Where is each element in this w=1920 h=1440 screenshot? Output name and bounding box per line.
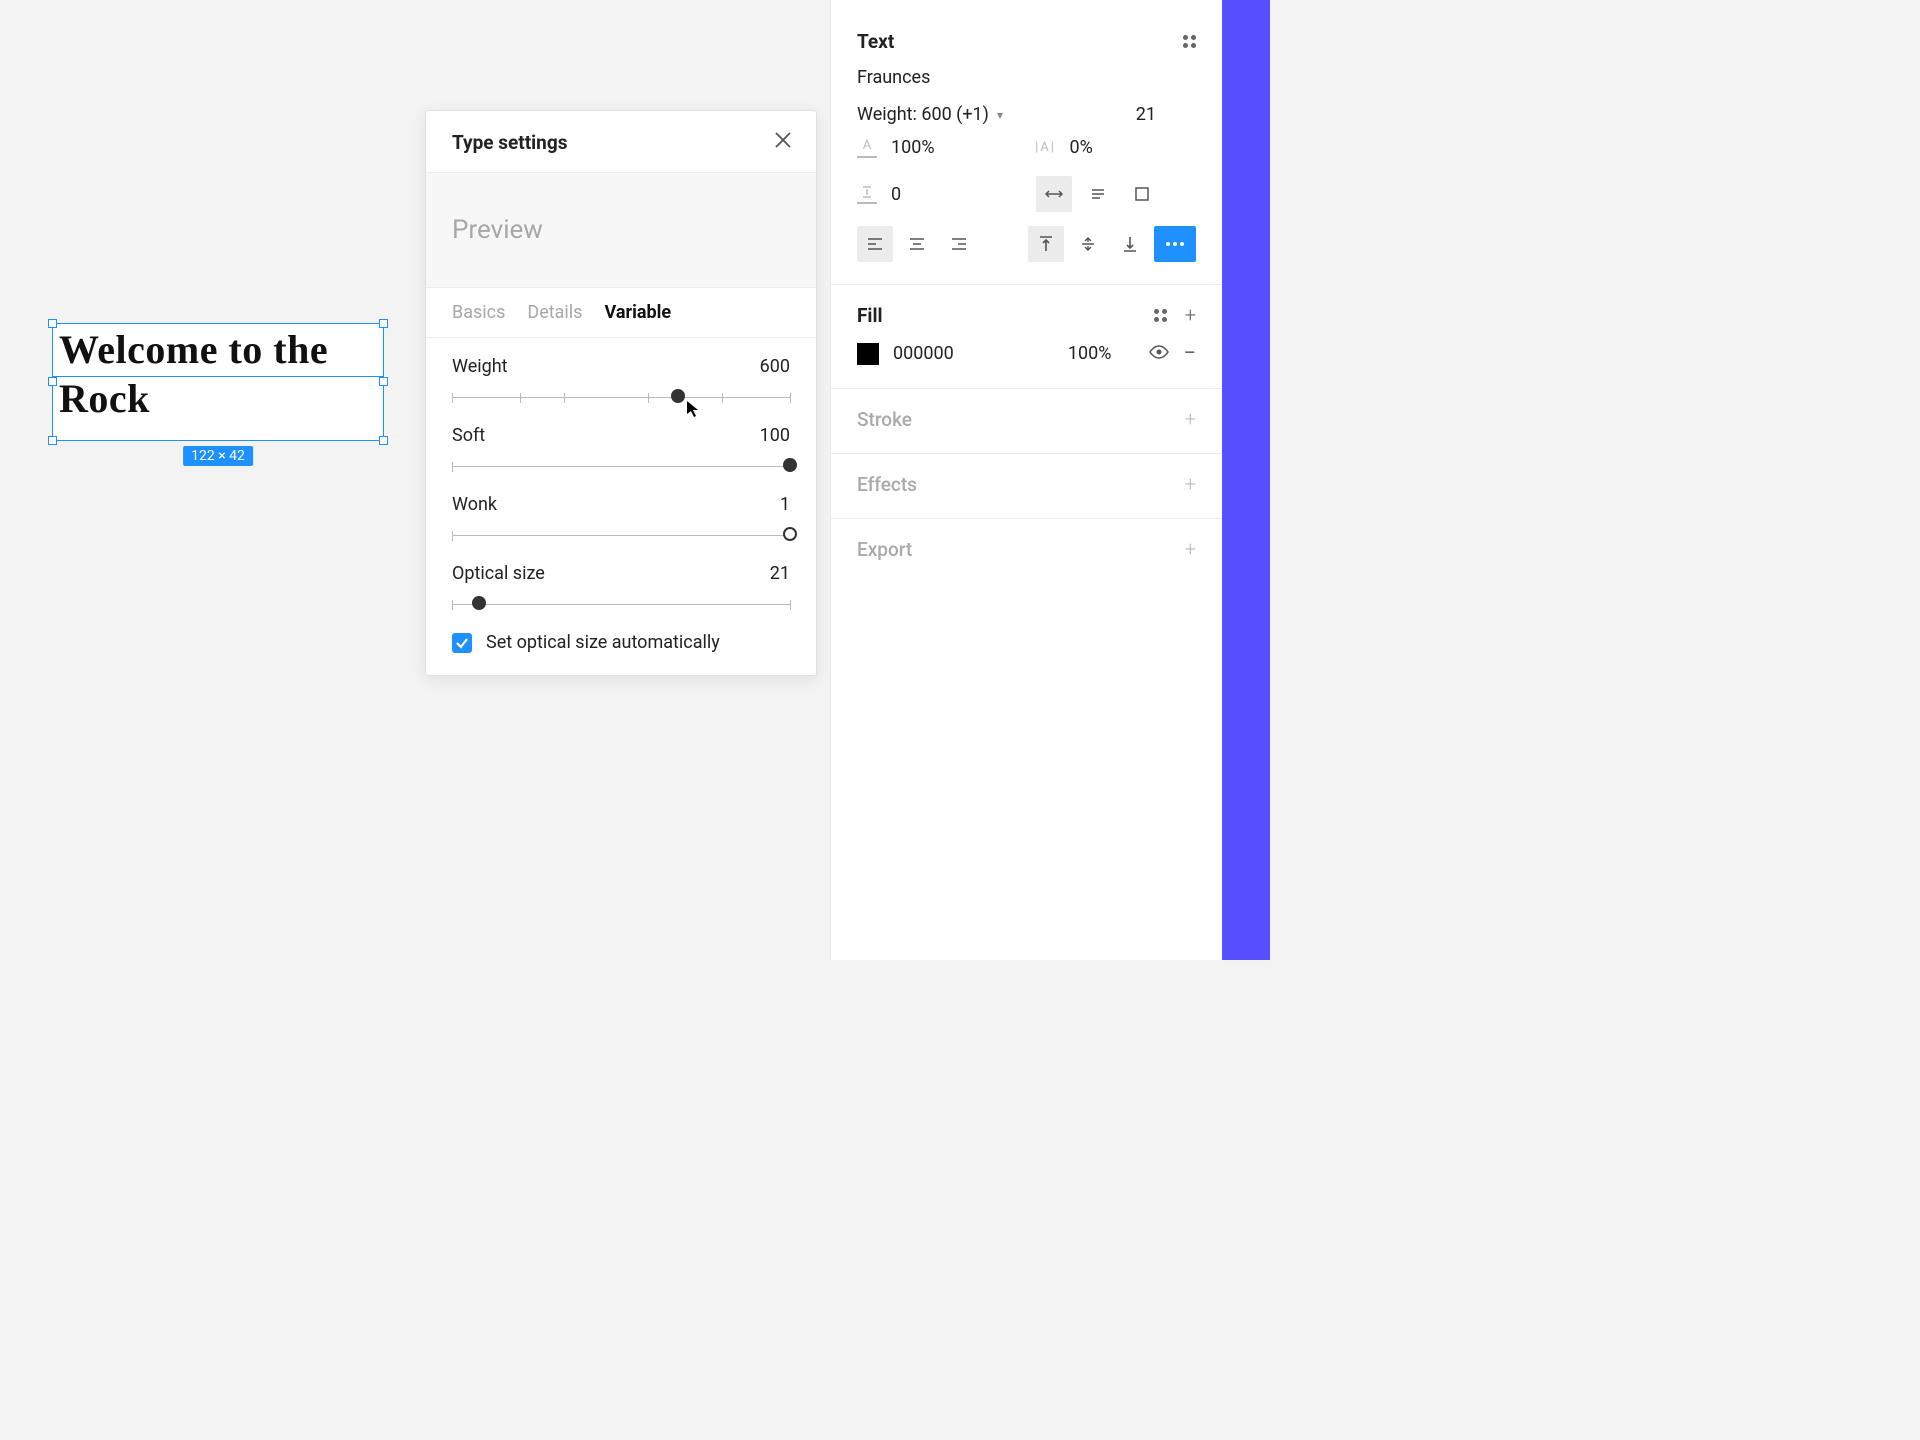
slider-optical-value: 21 [770, 563, 790, 584]
align-bottom-button[interactable] [1112, 226, 1148, 262]
line-height-field[interactable]: A 100% [857, 137, 1018, 158]
optical-auto-row[interactable]: Set optical size automatically [452, 632, 790, 653]
fill-swatch[interactable] [857, 343, 879, 365]
slider-optical-track[interactable] [452, 600, 790, 610]
slider-soft-label: Soft [452, 425, 485, 446]
letter-spacing-icon: |A| [1036, 138, 1056, 158]
letter-spacing-value: 0% [1070, 137, 1093, 158]
line-height-icon: A [857, 138, 877, 158]
auto-width-button[interactable] [1036, 176, 1072, 212]
chevron-down-icon: ▾ [997, 108, 1003, 122]
type-settings-panel: Type settings Preview Basics Details Var… [425, 110, 817, 676]
preview-label: Preview [452, 215, 790, 245]
close-button[interactable] [770, 127, 796, 158]
letter-spacing-field[interactable]: |A| 0% [1036, 137, 1197, 158]
slider-weight-thumb[interactable] [671, 389, 685, 403]
remove-fill-button[interactable]: − [1183, 341, 1196, 366]
selected-text-frame[interactable]: Welcome to the Rock 122 × 42 [52, 323, 384, 441]
slider-optical-label: Optical size [452, 563, 545, 584]
properties-sidebar: Text Fraunces Weight: 600 (+1) ▾ 21 A 10… [830, 0, 1222, 960]
dimension-badge: 122 × 42 [183, 446, 253, 466]
fill-styles-icon[interactable] [1154, 309, 1167, 322]
fill-row[interactable]: 000000 100% − [857, 341, 1196, 366]
align-left-button[interactable] [857, 226, 893, 262]
tab-variable[interactable]: Variable [604, 302, 671, 323]
slider-soft-value: 100 [760, 425, 790, 446]
stroke-section: Stroke + [831, 389, 1222, 454]
line-height-value: 100% [891, 137, 935, 158]
slider-wonk-track[interactable] [452, 531, 790, 541]
paragraph-spacing-field[interactable]: 0 [857, 176, 1018, 212]
panel-title: Type settings [452, 131, 567, 154]
slider-wonk-label: Wonk [452, 494, 497, 515]
slider-weight-track[interactable] [452, 393, 790, 403]
text-section: Text Fraunces Weight: 600 (+1) ▾ 21 A 10… [831, 0, 1222, 285]
slider-optical: Optical size 21 [452, 563, 790, 610]
paragraph-spacing-value: 0 [891, 184, 901, 205]
add-fill-button[interactable]: + [1185, 303, 1196, 327]
fixed-size-button[interactable] [1124, 176, 1160, 212]
tabs: Basics Details Variable [426, 288, 816, 338]
resize-handle-ml[interactable] [48, 377, 57, 386]
slider-weight: Weight 600 [452, 356, 790, 403]
slider-wonk: Wonk 1 [452, 494, 790, 541]
resize-handle-br[interactable] [379, 436, 388, 445]
resize-handle-tr[interactable] [379, 319, 388, 328]
font-weight-label: Weight: 600 (+1) [857, 104, 989, 125]
type-settings-button[interactable] [1154, 226, 1196, 262]
fill-opacity[interactable]: 100% [1068, 343, 1112, 364]
add-effect-button[interactable]: + [1185, 472, 1196, 496]
visibility-toggle-icon[interactable] [1149, 343, 1169, 364]
style-picker-icon[interactable] [1183, 35, 1196, 48]
effects-section: Effects + [831, 454, 1222, 519]
optical-auto-label: Set optical size automatically [486, 632, 720, 653]
align-center-button[interactable] [899, 226, 935, 262]
preview-area: Preview [426, 173, 816, 288]
fill-section: Fill + 000000 100% − [831, 285, 1222, 389]
add-stroke-button[interactable]: + [1185, 407, 1196, 431]
slider-soft-thumb[interactable] [783, 458, 797, 472]
fill-section-title: Fill [857, 304, 883, 327]
slider-weight-label: Weight [452, 356, 508, 377]
resize-handle-tl[interactable] [48, 319, 57, 328]
right-edge-strip [1222, 0, 1270, 960]
tab-details[interactable]: Details [527, 302, 582, 323]
effects-section-title: Effects [857, 473, 917, 496]
resize-handle-bl[interactable] [48, 436, 57, 445]
align-middle-button[interactable] [1070, 226, 1106, 262]
slider-soft: Soft 100 [452, 425, 790, 472]
optical-auto-checkbox[interactable] [452, 633, 472, 653]
align-right-button[interactable] [941, 226, 977, 262]
baseline-guide [53, 376, 383, 377]
fill-hex[interactable]: 000000 [893, 343, 954, 364]
font-size-value[interactable]: 21 [1136, 104, 1196, 125]
add-export-button[interactable]: + [1185, 537, 1196, 561]
slider-wonk-thumb[interactable] [783, 527, 797, 541]
slider-optical-thumb[interactable] [472, 596, 486, 610]
resize-handle-mr[interactable] [379, 377, 388, 386]
export-section: Export + [831, 519, 1222, 583]
slider-weight-value: 600 [760, 356, 790, 377]
auto-height-button[interactable] [1080, 176, 1116, 212]
cursor-icon [686, 400, 700, 418]
font-family[interactable]: Fraunces [857, 67, 1196, 88]
tab-basics[interactable]: Basics [452, 302, 505, 323]
align-top-button[interactable] [1028, 226, 1064, 262]
paragraph-spacing-icon [857, 184, 877, 204]
slider-wonk-value: 1 [780, 494, 790, 515]
export-section-title: Export [857, 538, 912, 561]
text-content[interactable]: Welcome to the Rock [53, 324, 383, 424]
slider-soft-track[interactable] [452, 462, 790, 472]
stroke-section-title: Stroke [857, 408, 912, 431]
text-section-title: Text [857, 30, 894, 53]
font-weight-select[interactable]: Weight: 600 (+1) ▾ [857, 104, 1003, 125]
